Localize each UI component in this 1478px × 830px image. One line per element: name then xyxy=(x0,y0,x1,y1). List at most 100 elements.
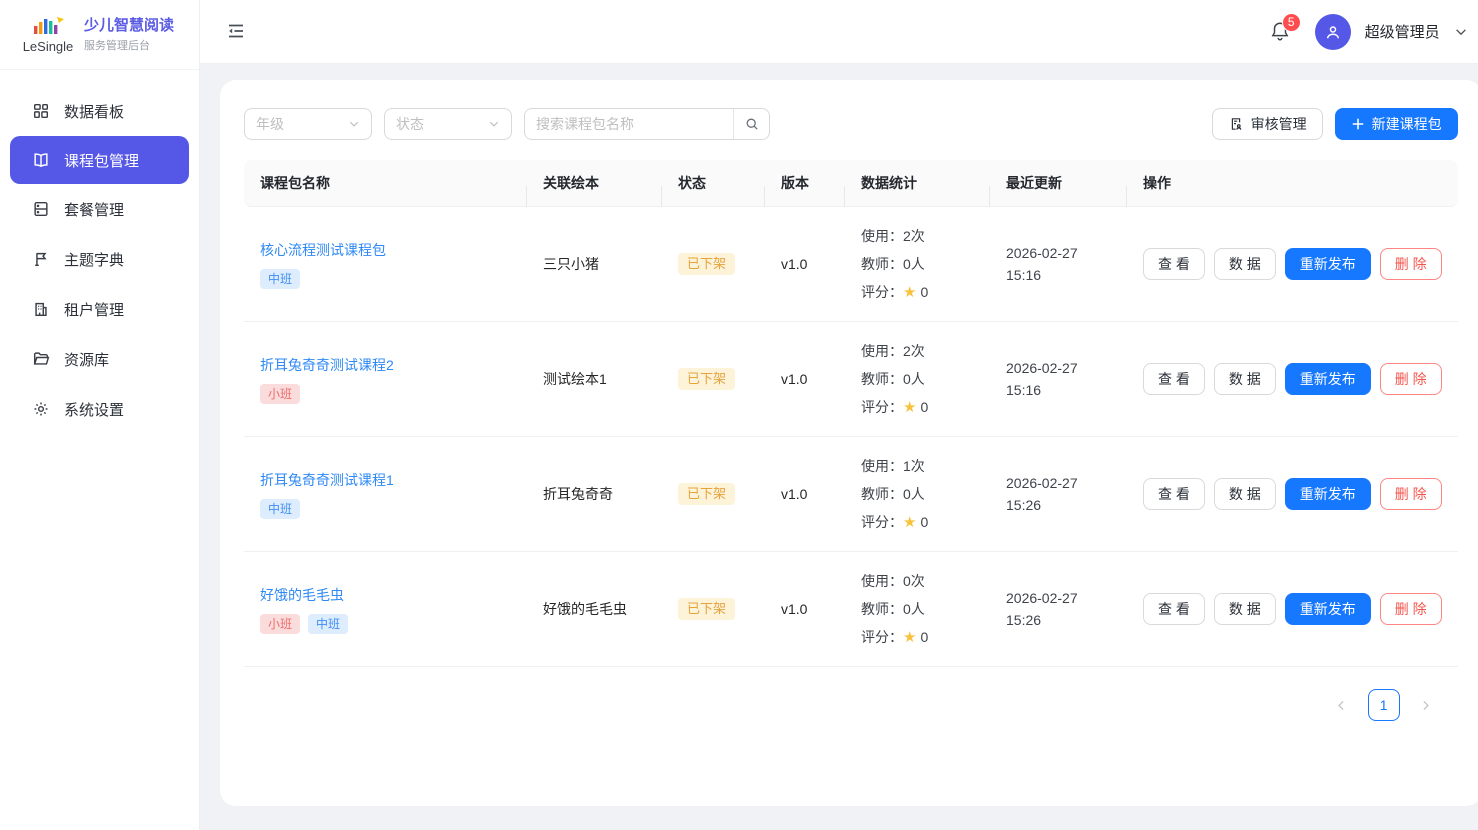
table-row: 折耳兔奇奇测试课程1 中班 折耳兔奇奇 已下架 v1.0 使用：1次 教师：0人… xyxy=(244,437,1458,552)
grade-tag: 中班 xyxy=(260,499,300,519)
data-button[interactable]: 数 据 xyxy=(1214,248,1276,280)
view-button[interactable]: 查 看 xyxy=(1143,248,1205,280)
notification-bell-icon[interactable]: 5 xyxy=(1269,20,1293,44)
building-icon xyxy=(32,300,50,318)
sidebar-item-label: 资源库 xyxy=(64,349,109,370)
sidebar-item-resources[interactable]: 资源库 xyxy=(0,334,199,384)
chevron-down-icon xyxy=(488,118,500,130)
version: v1.0 xyxy=(765,486,845,502)
grade-tag: 小班 xyxy=(260,614,300,634)
linked-book: 测试绘本1 xyxy=(527,369,662,389)
sidebar: LeSingle 少儿智慧阅读 服务管理后台 数据看板 xyxy=(0,0,200,830)
sidebar-item-label: 课程包管理 xyxy=(64,150,139,171)
next-page-icon[interactable] xyxy=(1410,689,1442,721)
data-button[interactable]: 数 据 xyxy=(1214,363,1276,395)
brand-logo: LeSingle 少儿智慧阅读 服务管理后台 xyxy=(0,0,199,70)
column-header-name: 课程包名称 xyxy=(244,173,527,193)
grade-select-placeholder: 年级 xyxy=(256,114,284,134)
dashboard-icon xyxy=(32,102,50,120)
search-input[interactable] xyxy=(525,109,733,139)
actions-cell: 查 看 数 据 重新发布 删 除 xyxy=(1127,248,1458,280)
version: v1.0 xyxy=(765,371,845,387)
package-name-link[interactable]: 核心流程测试课程包 xyxy=(260,240,511,260)
updated-cell: 2026-02-2715:26 xyxy=(990,587,1127,631)
app-root: LeSingle 少儿智慧阅读 服务管理后台 数据看板 xyxy=(0,0,1478,830)
column-header-version: 版本 xyxy=(765,173,845,193)
view-button[interactable]: 查 看 xyxy=(1143,478,1205,510)
data-button[interactable]: 数 据 xyxy=(1214,478,1276,510)
updated-cell: 2026-02-2715:16 xyxy=(990,357,1127,401)
app-subtitle: 服务管理后台 xyxy=(84,37,174,53)
sidebar-item-label: 租户管理 xyxy=(64,299,124,320)
sidebar-item-label: 套餐管理 xyxy=(64,199,124,220)
audit-management-button[interactable]: 审核管理 xyxy=(1212,108,1323,140)
folder-icon xyxy=(32,350,50,368)
menu-fold-icon[interactable] xyxy=(226,21,248,43)
sidebar-item-topic-dictionary[interactable]: 主题字典 xyxy=(0,234,199,284)
user-name[interactable]: 超级管理员 xyxy=(1365,21,1440,42)
package-name-link[interactable]: 好饿的毛毛虫 xyxy=(260,585,511,605)
server-list-icon xyxy=(32,200,50,218)
column-header-actions: 操作 xyxy=(1127,173,1458,193)
data-button[interactable]: 数 据 xyxy=(1214,593,1276,625)
delete-button[interactable]: 删 除 xyxy=(1380,363,1442,395)
chevron-down-icon xyxy=(348,118,360,130)
grade-tag: 中班 xyxy=(260,269,300,289)
delete-button[interactable]: 删 除 xyxy=(1380,593,1442,625)
delete-button[interactable]: 删 除 xyxy=(1380,478,1442,510)
status-select-placeholder: 状态 xyxy=(396,114,424,134)
republish-button[interactable]: 重新发布 xyxy=(1285,478,1371,510)
grade-tag: 小班 xyxy=(260,384,300,404)
actions-cell: 查 看 数 据 重新发布 删 除 xyxy=(1127,593,1458,625)
page-number[interactable]: 1 xyxy=(1368,689,1400,721)
view-button[interactable]: 查 看 xyxy=(1143,363,1205,395)
stats-cell: 使用：1次 教师：0人 评分：★0 xyxy=(845,456,990,532)
table-row: 好饿的毛毛虫 小班 中班 好饿的毛毛虫 已下架 v1.0 使用：0次 教师：0人 xyxy=(244,552,1458,667)
version: v1.0 xyxy=(765,601,845,617)
prev-page-icon[interactable] xyxy=(1326,689,1358,721)
filter-bar: 年级 状态 xyxy=(244,108,1458,140)
stats-cell: 使用：2次 教师：0人 评分：★0 xyxy=(845,226,990,302)
create-button-label: 新建课程包 xyxy=(1372,114,1442,134)
package-name-link[interactable]: 折耳兔奇奇测试课程1 xyxy=(260,470,511,490)
package-name-link[interactable]: 折耳兔奇奇测试课程2 xyxy=(260,355,511,375)
audit-button-label: 审核管理 xyxy=(1251,114,1307,134)
sidebar-item-settings[interactable]: 系统设置 xyxy=(0,384,199,434)
search-icon[interactable] xyxy=(733,109,769,139)
column-header-book: 关联绘本 xyxy=(527,173,662,193)
grade-select[interactable]: 年级 xyxy=(244,108,372,140)
delete-button[interactable]: 删 除 xyxy=(1380,248,1442,280)
flag-stamp-icon xyxy=(32,250,50,268)
audit-icon xyxy=(1228,116,1244,132)
republish-button[interactable]: 重新发布 xyxy=(1285,363,1371,395)
create-package-button[interactable]: 新建课程包 xyxy=(1335,108,1458,140)
star-icon: ★ xyxy=(903,283,916,301)
republish-button[interactable]: 重新发布 xyxy=(1285,593,1371,625)
view-button[interactable]: 查 看 xyxy=(1143,593,1205,625)
search-box xyxy=(524,108,770,140)
sidebar-item-label: 数据看板 xyxy=(64,101,124,122)
star-icon: ★ xyxy=(903,398,916,416)
lesingle-logo-icon: LeSingle xyxy=(22,16,74,54)
linked-book: 三只小猪 xyxy=(527,254,662,274)
content-area: 年级 状态 xyxy=(200,64,1478,830)
stats-cell: 使用：2次 教师：0人 评分：★0 xyxy=(845,341,990,417)
notification-badge: 5 xyxy=(1282,13,1301,32)
avatar[interactable] xyxy=(1315,14,1351,50)
chevron-down-icon[interactable] xyxy=(1454,25,1468,39)
table-row: 核心流程测试课程包 中班 三只小猪 已下架 v1.0 使用：2次 教师：0人 评… xyxy=(244,207,1458,322)
republish-button[interactable]: 重新发布 xyxy=(1285,248,1371,280)
column-header-status: 状态 xyxy=(662,173,765,193)
course-package-table: 课程包名称 关联绘本 状态 版本 数据统计 最近更新 操作 核心流程测试课程包 … xyxy=(244,160,1458,667)
actions-cell: 查 看 数 据 重新发布 删 除 xyxy=(1127,478,1458,510)
status-select[interactable]: 状态 xyxy=(384,108,512,140)
status-badge: 已下架 xyxy=(678,598,735,620)
sidebar-item-packages[interactable]: 套餐管理 xyxy=(0,184,199,234)
grade-tag: 中班 xyxy=(308,614,348,634)
sidebar-item-course-packages[interactable]: 课程包管理 xyxy=(10,136,189,184)
sidebar-item-dashboard[interactable]: 数据看板 xyxy=(0,86,199,136)
sidebar-item-label: 主题字典 xyxy=(64,249,124,270)
sidebar-item-tenants[interactable]: 租户管理 xyxy=(0,284,199,334)
column-header-stats: 数据统计 xyxy=(845,173,990,193)
pagination: 1 xyxy=(244,667,1458,721)
